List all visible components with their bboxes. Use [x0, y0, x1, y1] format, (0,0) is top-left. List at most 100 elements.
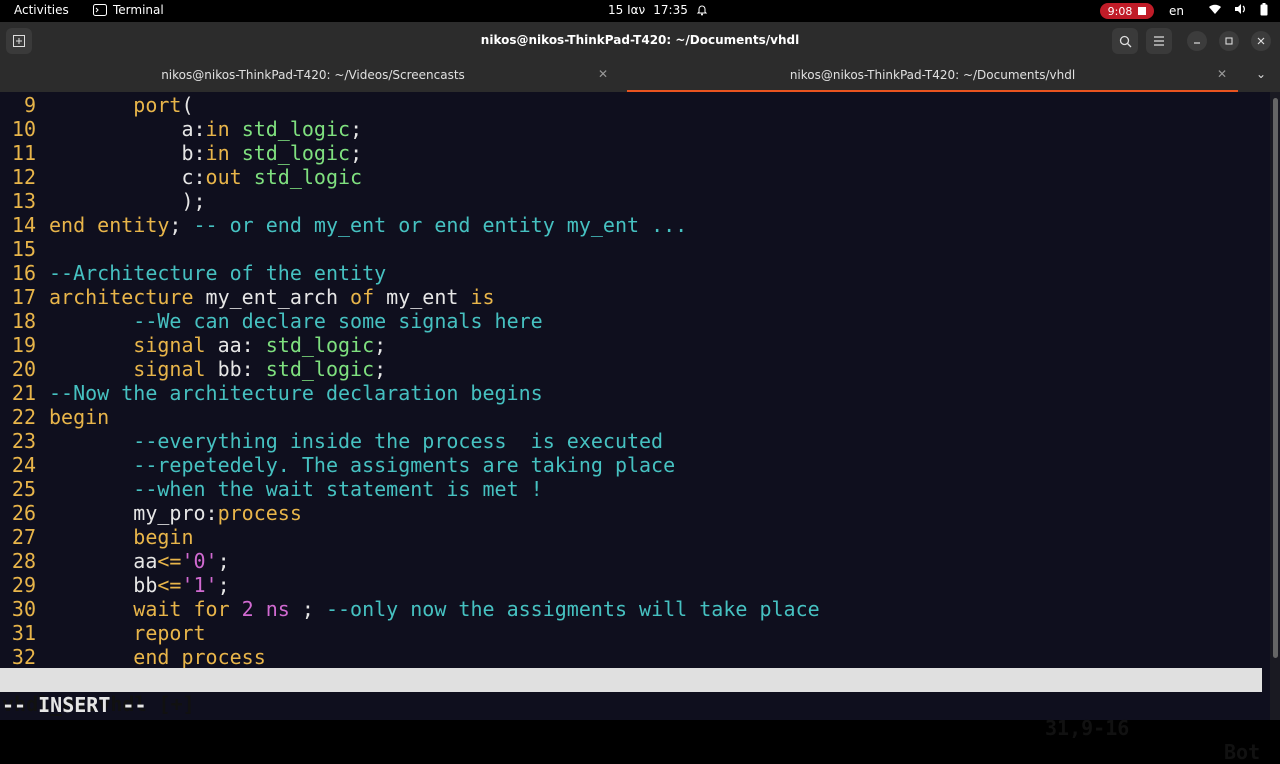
- code-line[interactable]: 27 begin: [0, 525, 194, 549]
- terminal-viewport[interactable]: 9 port(10 a:in std_logic; 11 b:in std_log…: [0, 92, 1270, 720]
- code-token: --everything inside the process is execu…: [133, 429, 664, 453]
- line-number: 11: [11, 141, 36, 165]
- code-token: b:: [49, 141, 206, 165]
- volume-icon: [1235, 4, 1245, 14]
- code-line[interactable]: 31 report: [0, 621, 206, 645]
- screen-recording-indicator[interactable]: 9:08: [1100, 3, 1154, 19]
- code-line[interactable]: 18 --We can declare some signals here: [0, 309, 543, 333]
- code-line[interactable]: 10 a:in std_logic;: [0, 117, 362, 141]
- code-line[interactable]: 15: [0, 237, 49, 261]
- code-token: my_ent_arch: [193, 285, 351, 309]
- tab-close-icon[interactable]: ✕: [1217, 67, 1227, 81]
- code-token: <=: [157, 573, 182, 597]
- code-line[interactable]: 20 signal bb: std_logic;: [0, 357, 386, 381]
- code-token: bb:: [205, 357, 266, 381]
- code-token: signal: [133, 333, 206, 357]
- code-token: --We can declare some signals here: [133, 309, 543, 333]
- line-number: 12: [11, 165, 36, 189]
- code-line[interactable]: 28 aa<='0';: [0, 549, 230, 573]
- search-icon[interactable]: [1112, 28, 1138, 54]
- code-line[interactable]: 13 );: [0, 189, 206, 213]
- code-token: -- or end my_ent or end entity my_ent ..…: [193, 213, 688, 237]
- code-line[interactable]: 11 b:in std_logic;: [0, 141, 362, 165]
- code-line[interactable]: 14 end entity; -- or end my_ent or end en…: [0, 213, 687, 237]
- code-line[interactable]: 29 bb<='1';: [0, 573, 230, 597]
- code-line[interactable]: 23 --everything inside the process is ex…: [0, 429, 663, 453]
- code-token: --when the wait statement is met !: [133, 477, 543, 501]
- tab-screencasts[interactable]: nikos@nikos-ThinkPad-T420: ~/Videos/Scre…: [0, 60, 626, 92]
- code-token: '1': [181, 573, 218, 597]
- line-number: 20: [11, 357, 36, 381]
- minimize-icon[interactable]: [1187, 31, 1207, 51]
- terminal-scrollbar[interactable]: [1270, 92, 1280, 720]
- terminal-titlebar: nikos@nikos-ThinkPad-T420: ~/Documents/v…: [0, 22, 1280, 60]
- code-line[interactable]: 9 port(: [0, 93, 194, 117]
- tab-label: nikos@nikos-ThinkPad-T420: ~/Videos/Scre…: [161, 68, 465, 82]
- code-token: bb: [49, 573, 158, 597]
- activities-button[interactable]: Activities: [14, 3, 69, 17]
- line-number: 29: [11, 573, 36, 597]
- input-language[interactable]: en: [1169, 4, 1184, 18]
- code-token: architecture: [49, 285, 194, 309]
- code-line[interactable]: 16 --Architecture of the entity: [0, 261, 386, 285]
- code-line[interactable]: 30 wait for 2 ns ; --only now the assigm…: [0, 597, 820, 621]
- app-name: Terminal: [113, 3, 164, 17]
- alarm-bell-icon: [696, 5, 708, 16]
- code-token: ;: [350, 117, 363, 141]
- code-line[interactable]: 12 c:out std_logic: [0, 165, 362, 189]
- code-line[interactable]: 19 signal aa: std_logic;: [0, 333, 386, 357]
- clock[interactable]: 15 Ιαν 17:35: [608, 3, 708, 17]
- code-token: process: [217, 501, 302, 525]
- restore-icon[interactable]: [1219, 31, 1239, 51]
- scrollbar-thumb[interactable]: [1273, 98, 1278, 658]
- line-number: 10: [11, 117, 36, 141]
- code-line[interactable]: 26 my_pro:process: [0, 501, 302, 525]
- code-token: my_pro:: [49, 501, 218, 525]
- code-token: ;: [374, 333, 387, 357]
- code-token: ;: [217, 573, 230, 597]
- code-token: a:: [49, 117, 206, 141]
- system-tray[interactable]: [1208, 3, 1268, 16]
- tab-vhdl[interactable]: nikos@nikos-ThinkPad-T420: ~/Documents/v…: [627, 60, 1238, 92]
- app-menu[interactable]: Terminal: [93, 3, 164, 17]
- code-line[interactable]: 32 end process: [0, 645, 266, 669]
- code-token: signal: [133, 357, 206, 381]
- code-line[interactable]: 22 begin: [0, 405, 109, 429]
- code-token: --Architecture of the entity: [49, 261, 387, 285]
- line-number: 17: [11, 285, 36, 309]
- code-line[interactable]: 24 --repetedely. The assigments are taki…: [0, 453, 675, 477]
- stop-icon: [1138, 7, 1147, 15]
- code-line[interactable]: 21 --Now the architecture declaration beg…: [0, 381, 543, 405]
- code-line[interactable]: 17 architecture my_ent_arch of my_ent is: [0, 285, 495, 309]
- hamburger-menu-icon[interactable]: [1146, 28, 1172, 54]
- tab-list-chevron-down-icon[interactable]: ⌄: [1256, 67, 1266, 81]
- code-token: in: [205, 141, 230, 165]
- terminal-icon: [93, 4, 107, 16]
- vim-mode-indicator: -- INSERT --: [2, 693, 147, 717]
- code-token: port: [133, 93, 182, 117]
- close-icon[interactable]: [1251, 31, 1271, 51]
- code-token: c:: [49, 165, 206, 189]
- code-token: end process: [133, 645, 266, 669]
- date-label: 15 Ιαν: [608, 3, 646, 17]
- code-token: report: [133, 621, 206, 645]
- code-token: <=: [157, 549, 182, 573]
- system-top-bar: Activities Terminal 15 Ιαν 17:35 9:08 en: [0, 0, 1280, 22]
- code-line[interactable]: 25 --when the wait statement is met !: [0, 477, 543, 501]
- code-token: aa:: [205, 333, 266, 357]
- code-token: my_ent: [374, 285, 471, 309]
- tab-close-icon[interactable]: ✕: [598, 67, 608, 81]
